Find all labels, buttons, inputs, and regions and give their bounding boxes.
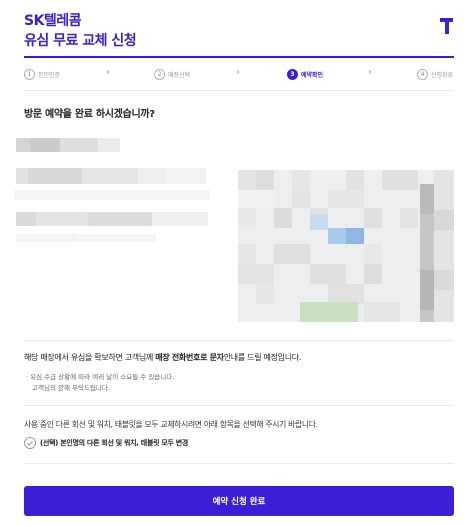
chevron-right-icon: › [106, 67, 110, 78]
notice-sub-line-1: · 유심 수급 상황에 따라 여러 날이 소요될 수 있습니다. [26, 373, 175, 381]
t-logo-icon [440, 18, 454, 34]
brand-name: SK텔레콤 [24, 13, 82, 29]
divider [24, 90, 454, 91]
store-map [238, 170, 454, 322]
step-1-label: 본인인증 [38, 71, 61, 79]
step-4: 4 신청완료 [417, 66, 453, 82]
check-circle-icon[interactable] [24, 437, 36, 449]
chevron-right-icon: › [236, 67, 240, 78]
step-4-label: 신청완료 [431, 71, 454, 79]
notice-prefix: 해당 매장에서 유심을 확보하면 고객님께 [24, 353, 156, 362]
step-1-number: 1 [24, 68, 35, 80]
confirm-question: 방문 예약을 완료 하시겠습니까? [24, 109, 155, 120]
notice-suffix: 안내를 드릴 예정입니다. [223, 353, 302, 362]
divider [24, 405, 454, 406]
step-3: 3 예약확인 [287, 66, 323, 82]
step-2-number: 2 [154, 68, 165, 80]
step-4-number: 4 [417, 68, 428, 80]
submit-reservation-button[interactable]: 예약 신청 완료 [24, 486, 454, 516]
step-3-label: 예약확인 [301, 71, 324, 79]
step-indicator: 1 본인인증 › 2 매장선택 › 3 예약확인 › 4 신청완료 [24, 66, 454, 82]
step-2-label: 매장선택 [168, 71, 191, 79]
step-2: 2 매장선택 [154, 66, 190, 82]
notice-bold: 매장 전화번호로 문자 [155, 353, 224, 362]
step-3-number: 3 [287, 68, 298, 80]
header: SK텔레콤 유심 무료 교체 신청 [0, 0, 464, 58]
header-divider [24, 56, 454, 58]
page-title: 유심 무료 교체 신청 [24, 33, 137, 49]
divider [24, 463, 454, 464]
chevron-right-icon: › [368, 67, 372, 78]
option-checkbox-label[interactable]: (선택) 본인명의 다른 회선 및 워치, 태블릿 모두 변경 [40, 438, 188, 448]
change-all-lines-option[interactable]: (선택) 본인명의 다른 회선 및 워치, 태블릿 모두 변경 [24, 436, 188, 450]
notice-sub-line-2: 고객님의 양해 부탁드립니다. [32, 384, 110, 392]
step-1: 1 본인인증 [24, 66, 60, 82]
notice-text: 해당 매장에서 유심을 확보하면 고객님께 매장 전화번호로 문자안내를 드릴 … [24, 352, 301, 363]
option-instruction: 사용 중인 다른 회선 및 워치, 태블릿을 모두 교체하시려면 아래 항목을 … [24, 420, 318, 429]
divider [24, 340, 454, 341]
